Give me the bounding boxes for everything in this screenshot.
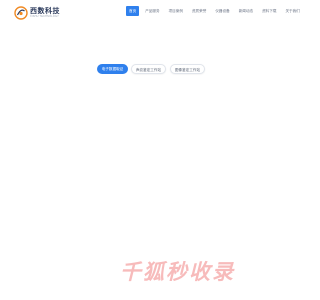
- page: 西数科技 XISHU TECHNOLOGY 首页 产品服务 项目案例 资质荣誉 …: [0, 0, 300, 300]
- nav-item-products[interactable]: 产品服务: [142, 6, 162, 16]
- voiceprint-workstation-button[interactable]: 声纹鉴定工作站: [131, 64, 166, 74]
- logo-subtitle: XISHU TECHNOLOGY: [30, 14, 59, 18]
- logo-name: 西数科技: [30, 7, 60, 15]
- nav-item-downloads[interactable]: 资料下载: [259, 6, 279, 16]
- nav-item-home[interactable]: 首页: [126, 6, 140, 16]
- electronic-forensics-button[interactable]: 电子数据取证: [97, 64, 128, 74]
- logo[interactable]: 西数科技 XISHU TECHNOLOGY: [14, 5, 60, 21]
- nav-item-about[interactable]: 关于我们: [282, 6, 302, 16]
- nav-item-equipment[interactable]: 仪器设备: [212, 6, 232, 16]
- main-nav: 首页 产品服务 项目案例 资质荣誉 仪器设备 新闻动态 资料下载 关于我们: [126, 6, 306, 16]
- nav-item-honors[interactable]: 资质荣誉: [189, 6, 209, 16]
- logo-mark-icon: [14, 6, 28, 20]
- watermark: 千狐秒收录: [120, 260, 235, 284]
- nav-item-cases[interactable]: 项目案例: [166, 6, 186, 16]
- site-header: 西数科技 XISHU TECHNOLOGY 首页 产品服务 项目案例 资质荣誉 …: [0, 0, 300, 26]
- nav-item-news[interactable]: 新闻动态: [236, 6, 256, 16]
- image-workstation-button[interactable]: 图像鉴定工作站: [170, 64, 205, 74]
